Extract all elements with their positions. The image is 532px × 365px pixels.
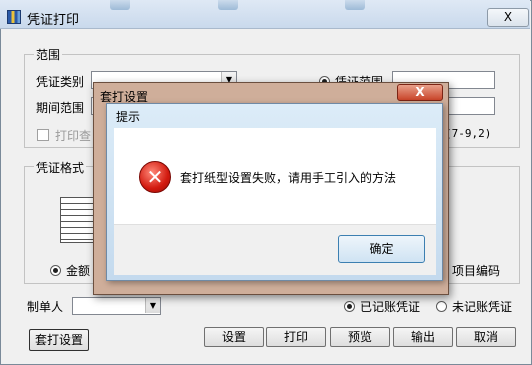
export-button[interactable]: 输出 [393, 327, 453, 347]
app-icon [7, 10, 21, 24]
main-title-bar[interactable] [0, 0, 530, 29]
alert-message: 套打纸型设置失败，请用手工引入的方法 [180, 171, 397, 185]
maker-select[interactable]: ▼ [72, 297, 161, 315]
voucher-format-preview-icon[interactable] [60, 197, 96, 243]
range-hint: (7-9,2) [445, 127, 492, 140]
background-decoration [218, 0, 238, 10]
range-input[interactable] [448, 97, 495, 115]
amount-format-label: 金额 [66, 264, 91, 278]
chevron-down-icon[interactable]: ▼ [145, 298, 160, 313]
cancel-button[interactable]: 取消 [456, 327, 516, 347]
unbooked-voucher-radio[interactable] [436, 301, 447, 312]
project-code-label: 项目编码 [452, 264, 501, 278]
unbooked-voucher-label: 未记账凭证 [452, 300, 513, 314]
booked-voucher-radio[interactable] [344, 301, 355, 312]
range-group-label: 范围 [34, 46, 63, 63]
print-checkbox-label: 打印查 [55, 129, 92, 143]
preview-button[interactable]: 预览 [330, 327, 390, 347]
setup-dialog-close-button[interactable]: X [397, 84, 443, 101]
voucher-type-label: 凭证类别 [36, 75, 85, 89]
amount-format-radio[interactable] [50, 265, 61, 276]
maker-label: 制单人 [27, 300, 64, 314]
format-group-label: 凭证格式 [34, 159, 87, 176]
settings-button[interactable]: 设置 [204, 327, 264, 347]
main-title: 凭证打印 [27, 13, 80, 28]
print-checkbox[interactable] [37, 129, 49, 141]
print-button[interactable]: 打印 [266, 327, 326, 347]
alert-dialog-title: 提示 [116, 110, 141, 124]
period-label: 期间范围 [36, 101, 85, 115]
booked-voucher-label: 已记账凭证 [360, 300, 421, 314]
error-icon: ✕ [139, 161, 171, 193]
background-decoration [345, 0, 365, 10]
ok-button[interactable]: 确定 [338, 235, 425, 263]
background-decoration [110, 0, 130, 10]
close-button[interactable]: X [487, 8, 529, 27]
setup-print-button[interactable]: 套打设置 [29, 329, 89, 351]
